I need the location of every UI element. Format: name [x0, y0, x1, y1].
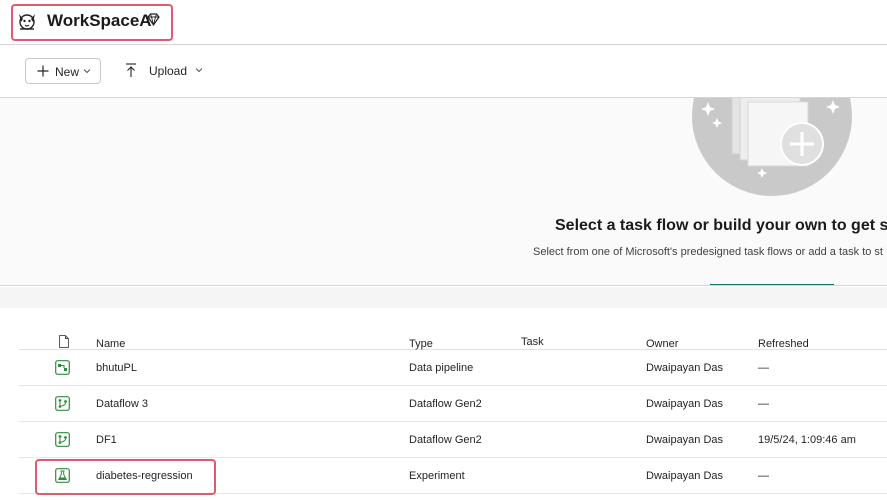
- item-refreshed: 19/5/24, 1:09:46 am: [758, 434, 856, 446]
- task-flow-panel: Select a task flow or build your own to …: [0, 98, 887, 286]
- dataflow-icon: [55, 396, 70, 411]
- item-type: Experiment: [409, 470, 465, 482]
- upload-icon: [126, 63, 136, 77]
- item-refreshed: —: [758, 470, 769, 482]
- item-type: Dataflow Gen2: [409, 398, 482, 410]
- column-header-type[interactable]: Type: [409, 337, 433, 351]
- toolbar: New Upload: [0, 45, 887, 98]
- table-row[interactable]: DF1 Dataflow Gen2 Dwaipayan Das 19/5/24,…: [19, 422, 887, 458]
- task-flow-subtitle: Select from one of Microsoft's predesign…: [533, 246, 883, 258]
- experiment-row-highlight: [35, 459, 216, 495]
- item-type: Dataflow Gen2: [409, 434, 482, 446]
- plus-icon: [37, 65, 49, 77]
- column-header-name[interactable]: Name: [96, 337, 125, 351]
- item-owner: Dwaipayan Das: [646, 434, 724, 446]
- workspace-header: WorkSpaceA: [0, 0, 887, 45]
- item-name[interactable]: bhutuPL: [96, 361, 137, 375]
- item-refreshed: —: [758, 362, 769, 374]
- task-flow-illustration-icon: [692, 98, 852, 196]
- item-name[interactable]: Dataflow 3: [96, 397, 148, 411]
- task-flow-accent-bar[interactable]: [710, 284, 834, 285]
- new-button-label: New: [55, 65, 80, 79]
- item-refreshed: —: [758, 398, 769, 410]
- column-header-owner[interactable]: Owner: [646, 337, 678, 351]
- pipeline-icon: [55, 360, 70, 375]
- item-owner: Dwaipayan Das: [646, 470, 724, 482]
- column-header-task[interactable]: Task: [521, 335, 544, 349]
- chevron-down-icon: [83, 69, 91, 74]
- upload-button[interactable]: Upload: [121, 58, 207, 84]
- diamond-icon: [147, 13, 160, 27]
- column-header-refreshed[interactable]: Refreshed: [758, 337, 809, 351]
- task-flow-title: Select a task flow or build your own to …: [555, 217, 887, 234]
- item-type: Data pipeline: [409, 362, 474, 374]
- item-owner: Dwaipayan Das: [646, 398, 724, 410]
- dog-avatar-icon: [19, 14, 35, 30]
- chevron-down-icon: [195, 68, 203, 73]
- workspace-title[interactable]: WorkSpaceA: [47, 10, 152, 32]
- dataflow-icon: [55, 432, 70, 447]
- item-owner: Dwaipayan Das: [646, 362, 724, 374]
- new-button[interactable]: New: [25, 58, 101, 84]
- divider-band: [0, 287, 887, 308]
- table-header: Name Type Task Owner Refreshed: [19, 318, 887, 350]
- table-row[interactable]: Dataflow 3 Dataflow Gen2 Dwaipayan Das —: [19, 386, 887, 422]
- file-type-icon: [59, 335, 69, 348]
- item-name[interactable]: DF1: [96, 433, 117, 447]
- table-row[interactable]: bhutuPL Data pipeline Dwaipayan Das —: [19, 350, 887, 386]
- upload-button-label: Upload: [149, 64, 188, 78]
